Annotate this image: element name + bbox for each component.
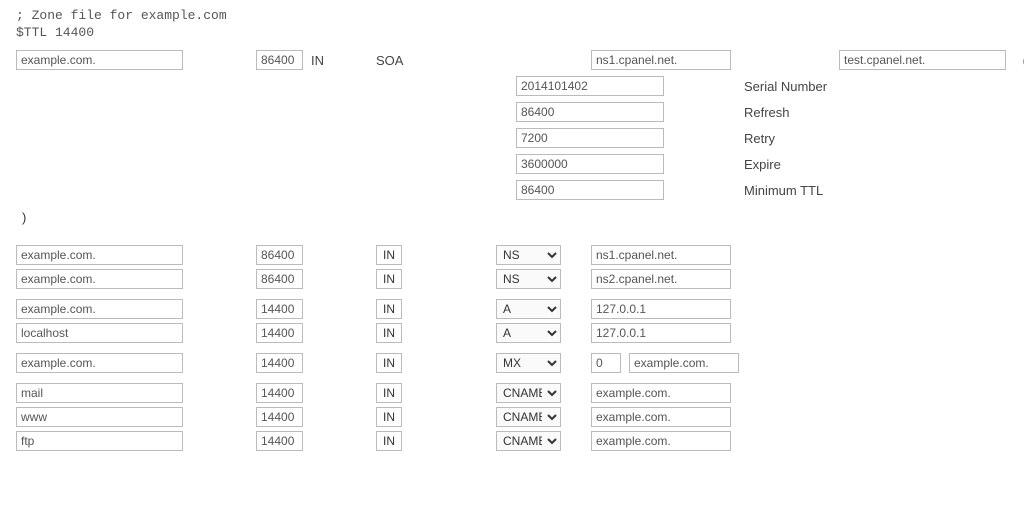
record-value-input[interactable] [591,269,731,289]
record-ttl-input[interactable] [256,323,303,343]
soa-name-input[interactable] [16,50,183,70]
soa-param-row: Refresh [16,102,1008,122]
record-class-label: IN [376,245,402,265]
soa-param-row: Retry [16,128,1008,148]
soa-retry-input[interactable] [516,128,664,148]
record-value-input[interactable] [591,299,731,319]
record-type-select[interactable]: CNAME [496,431,561,451]
record-value-input[interactable] [629,353,739,373]
record-type-select[interactable]: A [496,323,561,343]
record-row: IN A [16,323,1008,343]
soa-serial-input[interactable] [516,76,664,96]
record-type-select[interactable]: A [496,299,561,319]
record-ttl-input[interactable] [256,299,303,319]
soa-class-label: IN [311,53,376,68]
record-ttl-input[interactable] [256,269,303,289]
soa-expire-input[interactable] [516,154,664,174]
record-name-input[interactable] [16,323,183,343]
soa-expire-label: Expire [744,157,944,172]
record-name-input[interactable] [16,245,183,265]
soa-param-row: Minimum TTL [16,180,1008,200]
soa-minttl-input[interactable] [516,180,664,200]
record-name-input[interactable] [16,299,183,319]
zone-file-comment: ; Zone file for example.com [16,8,1008,23]
record-value-input[interactable] [591,245,731,265]
record-row: IN CNAME [16,407,1008,427]
record-type-select[interactable]: NS [496,269,561,289]
record-ttl-input[interactable] [256,407,303,427]
record-value-input[interactable] [591,407,731,427]
soa-ns-input[interactable] [591,50,731,70]
record-type-select[interactable]: CNAME [496,383,561,403]
record-ttl-input[interactable] [256,353,303,373]
mx-priority-input[interactable] [591,353,621,373]
record-class-label: IN [376,299,402,319]
record-class-label: IN [376,323,402,343]
open-paren: ( [1014,52,1024,68]
soa-row: IN SOA ( [16,50,1008,70]
record-name-input[interactable] [16,269,183,289]
record-value-input[interactable] [591,431,731,451]
record-row: IN A [16,299,1008,319]
record-value-input[interactable] [591,383,731,403]
soa-param-row: Expire [16,154,1008,174]
zone-file-ttl: $TTL 14400 [16,25,1008,40]
record-row: IN CNAME [16,431,1008,451]
record-row: IN CNAME [16,383,1008,403]
record-row: IN NS [16,269,1008,289]
record-type-select[interactable]: MX [496,353,561,373]
soa-minttl-label: Minimum TTL [744,183,944,198]
record-class-label: IN [376,383,402,403]
soa-refresh-label: Refresh [744,105,944,120]
record-row: IN MX [16,353,1008,373]
record-ttl-input[interactable] [256,431,303,451]
record-name-input[interactable] [16,383,183,403]
record-ttl-input[interactable] [256,383,303,403]
soa-email-input[interactable] [839,50,1006,70]
soa-retry-label: Retry [744,131,944,146]
close-paren: ) [22,210,1008,225]
record-class-label: IN [376,431,402,451]
record-name-input[interactable] [16,407,183,427]
record-value-input[interactable] [591,323,731,343]
soa-ttl-input[interactable] [256,50,303,70]
record-row: IN NS [16,245,1008,265]
record-class-label: IN [376,407,402,427]
soa-type-label: SOA [376,53,431,68]
record-type-select[interactable]: CNAME [496,407,561,427]
soa-refresh-input[interactable] [516,102,664,122]
record-ttl-input[interactable] [256,245,303,265]
soa-serial-label: Serial Number [744,79,944,94]
record-name-input[interactable] [16,353,183,373]
record-name-input[interactable] [16,431,183,451]
record-type-select[interactable]: NS [496,245,561,265]
record-class-label: IN [376,353,402,373]
soa-param-row: Serial Number [16,76,1008,96]
record-class-label: IN [376,269,402,289]
